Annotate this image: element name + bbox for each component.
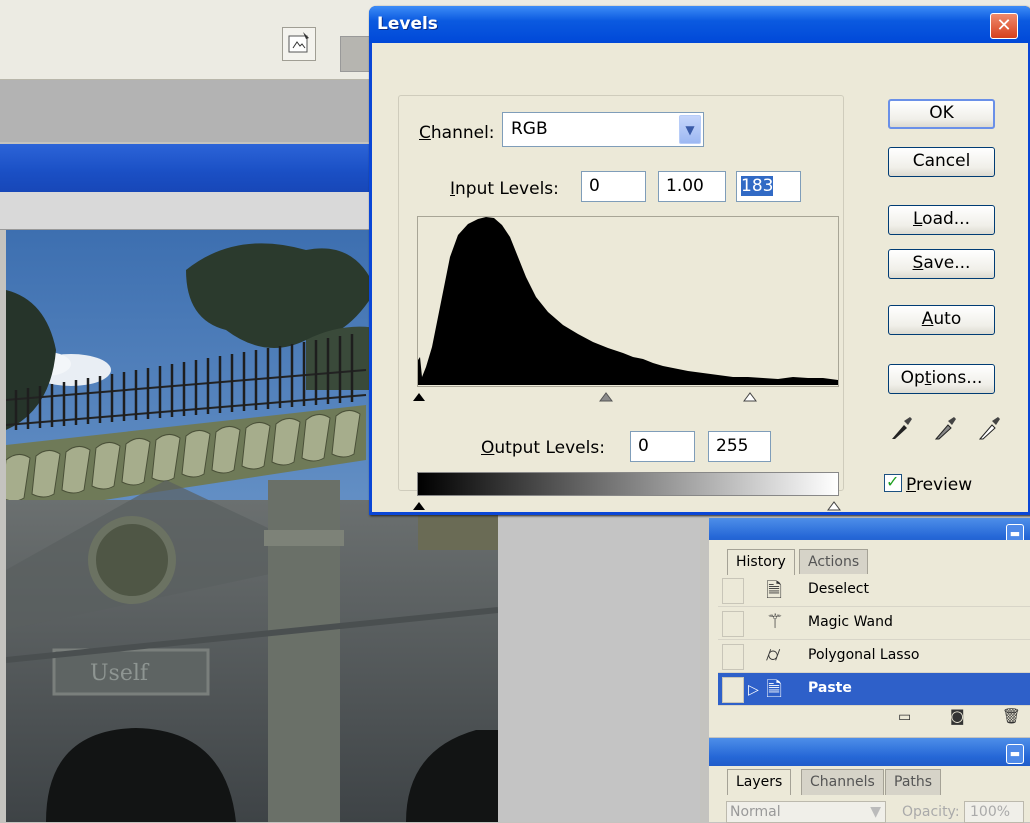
- input-black-field[interactable]: 0: [581, 171, 646, 202]
- output-slider-track[interactable]: [410, 496, 850, 516]
- input-white-slider: [743, 392, 757, 402]
- new-document-icon[interactable]: ▭: [898, 709, 911, 725]
- black-eyedropper-icon[interactable]: [890, 415, 914, 447]
- history-item[interactable]: 🗎 Deselect: [718, 574, 1030, 607]
- magic-wand-icon: ⚚: [766, 609, 784, 633]
- options-button[interactable]: Options...: [888, 364, 995, 394]
- ok-button[interactable]: OK: [888, 99, 995, 129]
- blend-mode-select[interactable]: Normal ▼: [726, 801, 886, 823]
- channel-select[interactable]: RGB: [502, 112, 704, 147]
- history-snapshot-box[interactable]: [722, 611, 744, 637]
- history-item[interactable]: ⌭ Polygonal Lasso: [718, 640, 1030, 673]
- output-white-slider: [827, 501, 841, 511]
- input-gamma-field[interactable]: 1.00: [658, 171, 726, 202]
- output-black-field[interactable]: 0: [630, 431, 695, 462]
- document-titlebar[interactable]: [0, 144, 372, 192]
- document-icon: 🗎: [766, 578, 783, 602]
- history-item-label: Magic Wand: [808, 614, 893, 630]
- history-item-label: Deselect: [808, 581, 869, 597]
- close-icon[interactable]: ✕: [990, 13, 1018, 39]
- history-state-marker-icon: ▷: [748, 682, 759, 698]
- tab-history[interactable]: History: [727, 549, 795, 575]
- history-item-label: Paste: [808, 680, 852, 696]
- dialog-titlebar[interactable]: Levels ✕: [369, 6, 1030, 43]
- input-slider-track[interactable]: [410, 387, 850, 407]
- history-snapshot-box[interactable]: [722, 644, 744, 670]
- opacity-label: Opacity:: [902, 804, 960, 820]
- history-snapshot-box[interactable]: [722, 677, 744, 703]
- lasso-icon: ⌭: [766, 642, 781, 666]
- opacity-field[interactable]: 100%: [964, 801, 1024, 823]
- input-black-slider: [413, 393, 425, 401]
- panel-minimize-icon[interactable]: ▬: [1006, 744, 1024, 764]
- preview-checkbox[interactable]: [884, 472, 902, 492]
- tool-preset-icon[interactable]: [282, 27, 316, 61]
- output-gradient-bar: [417, 472, 839, 496]
- dialog-body: Channel: RGB ▼ Input Levels: 0 1.00 183 …: [372, 43, 1028, 512]
- history-item-selected[interactable]: ▷ 🗎 Paste: [718, 673, 1030, 706]
- blend-mode-value: Normal: [730, 804, 781, 820]
- camera-icon[interactable]: ◙: [950, 707, 965, 725]
- load-button[interactable]: Load...: [888, 205, 995, 235]
- history-item-label: Polygonal Lasso: [808, 647, 920, 663]
- output-levels-label: Output Levels:: [481, 438, 605, 458]
- levels-dialog: Levels ✕ Channel: RGB ▼ Input Levels: 0 …: [369, 6, 1030, 515]
- dialog-title: Levels: [377, 14, 438, 34]
- histogram-graph: [418, 217, 838, 385]
- trash-icon[interactable]: 🗑: [1002, 707, 1021, 725]
- input-white-selected-text: 183: [741, 176, 774, 196]
- palette-well-tab[interactable]: [340, 36, 370, 72]
- chevron-down-icon[interactable]: ▼: [679, 115, 701, 144]
- tab-channels[interactable]: Channels: [801, 769, 884, 795]
- tab-actions[interactable]: Actions: [799, 549, 869, 575]
- tab-paths[interactable]: Paths: [885, 769, 942, 795]
- chevron-down-icon: ▼: [870, 804, 881, 820]
- cancel-button[interactable]: Cancel: [888, 147, 995, 177]
- history-snapshot-box[interactable]: [722, 578, 744, 604]
- channel-label: Channel:: [415, 123, 499, 143]
- input-gamma-slider: [599, 392, 613, 402]
- tab-layers[interactable]: Layers: [727, 769, 792, 795]
- output-white-field[interactable]: 255: [708, 431, 771, 462]
- history-item[interactable]: ⚚ Magic Wand: [718, 607, 1030, 640]
- document-icon: 🗎: [766, 677, 783, 701]
- preview-label[interactable]: Preview: [906, 475, 972, 495]
- input-white-field[interactable]: 183: [736, 171, 801, 202]
- svg-text:Uself: Uself: [90, 661, 150, 686]
- input-levels-label: Input Levels:: [450, 179, 559, 199]
- white-eyedropper-icon[interactable]: [978, 415, 1002, 447]
- output-black-slider: [413, 502, 425, 510]
- histogram: [417, 216, 839, 387]
- channel-select-value: RGB: [511, 119, 548, 139]
- save-button[interactable]: Save...: [888, 249, 995, 279]
- gray-eyedropper-icon[interactable]: [934, 415, 958, 447]
- auto-button[interactable]: Auto: [888, 305, 995, 335]
